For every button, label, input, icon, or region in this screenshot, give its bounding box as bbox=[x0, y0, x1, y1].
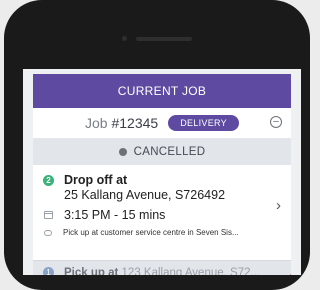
current-job-header: CURRENT JOB bbox=[33, 74, 291, 108]
app-screen: CURRENT JOB Job #12345 DELIVERY − CANCEL… bbox=[23, 69, 301, 275]
pickup-address: 123 Kallang Avenue, S72... bbox=[121, 266, 261, 276]
chevron-right-icon[interactable]: › bbox=[276, 197, 281, 214]
stop-number-badge: 2 bbox=[43, 175, 54, 186]
note-row: Pick up at customer service centre in Se… bbox=[43, 228, 281, 237]
pickup-stop[interactable]: 1 Pick up at 123 Kallang Avenue, S72... bbox=[33, 260, 291, 275]
stop-time: 3:15 PM - 15 mins bbox=[64, 208, 166, 222]
job-card: CURRENT JOB Job #12345 DELIVERY − CANCEL… bbox=[33, 74, 291, 275]
job-number: #12345 bbox=[111, 115, 159, 131]
dropoff-stop[interactable]: 2 Drop off at 25 Kallang Avenue, S726492… bbox=[33, 165, 291, 253]
calendar-icon bbox=[44, 211, 53, 219]
phone-camera bbox=[122, 36, 127, 41]
stop-note: Pick up at customer service centre in Se… bbox=[63, 228, 239, 237]
pickup-number-badge: 1 bbox=[43, 267, 54, 275]
stop-address: 25 Kallang Avenue, S726492 bbox=[64, 188, 226, 202]
collapse-minus-icon[interactable]: − bbox=[270, 116, 282, 128]
status-dot-icon bbox=[118, 148, 127, 156]
stop-title: Drop off at bbox=[64, 173, 128, 187]
header-title: CURRENT JOB bbox=[117, 84, 207, 98]
job-id: Job #12345 bbox=[85, 115, 158, 131]
status-bar: CANCELLED bbox=[33, 139, 291, 165]
phone-speaker bbox=[136, 37, 192, 41]
status-text: CANCELLED bbox=[133, 146, 206, 158]
job-label: Job bbox=[85, 115, 108, 131]
time-row: 3:15 PM - 15 mins bbox=[43, 208, 281, 222]
delivery-badge: DELIVERY bbox=[168, 115, 239, 131]
job-row: Job #12345 DELIVERY − bbox=[33, 108, 291, 139]
comment-icon bbox=[44, 229, 52, 236]
pickup-label: Pick up at bbox=[64, 266, 119, 276]
pickup-text: Pick up at 123 Kallang Avenue, S72... bbox=[64, 267, 260, 276]
